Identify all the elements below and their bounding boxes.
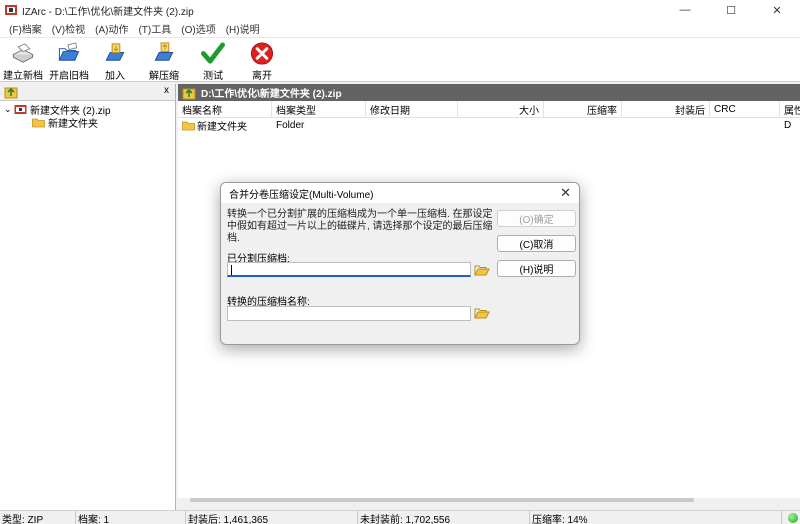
status-packed: 封装后: 1,461,365 — [186, 511, 358, 524]
multi-volume-dialog: 合并分卷压缩设定(Multi-Volume) ✕ 转换一个已分割扩展的压缩档成为… — [220, 182, 580, 345]
col-filetype[interactable]: 档案类型 — [272, 101, 366, 118]
file-ratio — [544, 118, 622, 133]
help-button[interactable]: (H)说明 — [497, 260, 576, 277]
file-size — [458, 118, 544, 133]
window-title: IZArc - D:\工作\优化\新建文件夹 (2).zip — [22, 6, 194, 18]
tree-header: x — [0, 84, 175, 101]
folder-icon — [32, 118, 45, 128]
cancel-button[interactable]: (C)取消 — [497, 235, 576, 252]
menu-options[interactable]: (O)选项 — [176, 21, 220, 36]
status-bar: 类型: ZIP 档案: 1 封装后: 1,461,365 未封装前: 1,702… — [0, 510, 800, 524]
folder-tree-pane: x ⌄ 新建文件夹 (2).zip 新建文件夹 — [0, 84, 176, 510]
open-archive-button[interactable]: 开启旧档 — [46, 38, 92, 82]
col-ratio[interactable]: 压缩率 — [544, 101, 622, 118]
test-button[interactable]: 测试 — [190, 38, 236, 82]
status-ratio: 压缩率: 14% — [530, 511, 782, 524]
table-row[interactable]: 新建文件夹 Folder D — [178, 118, 800, 133]
open-folder-icon[interactable] — [474, 263, 490, 277]
col-attributes[interactable]: 属性 — [780, 101, 800, 118]
file-packed — [622, 118, 710, 133]
col-size[interactable]: 大小 — [458, 101, 544, 118]
column-header: 档案名称 档案类型 修改日期 大小 压缩率 封装后 CRC 属性 — [178, 101, 800, 118]
text-caret — [231, 265, 232, 275]
checkmark-icon — [200, 42, 226, 64]
folder-tree: ⌄ 新建文件夹 (2).zip 新建文件夹 — [0, 101, 175, 130]
up-folder-icon[interactable] — [182, 86, 196, 100]
file-name: 新建文件夹 — [197, 122, 247, 133]
extract-icon — [154, 42, 174, 61]
add-icon — [105, 43, 125, 61]
menu-view[interactable]: (V)检视 — [47, 21, 90, 36]
close-window-button[interactable]: ✕ — [754, 0, 800, 20]
status-type: 类型: ZIP — [0, 511, 76, 524]
exit-icon — [250, 42, 274, 65]
convert-archive-input[interactable] — [227, 306, 471, 321]
status-unpacked: 未封装前: 1,702,556 — [358, 511, 530, 524]
close-tree-button[interactable]: x — [164, 85, 169, 96]
horizontal-scrollbar[interactable] — [190, 498, 694, 502]
maximize-button[interactable]: ☐ — [708, 0, 754, 20]
menu-actions[interactable]: (A)动作 — [90, 21, 133, 36]
tree-item-folder[interactable]: 新建文件夹 — [0, 116, 175, 130]
new-archive-button[interactable]: 建立新档 — [0, 38, 46, 82]
dialog-title-bar: 合并分卷压缩设定(Multi-Volume) ✕ — [221, 183, 579, 203]
chevron-down-icon[interactable]: ⌄ — [4, 104, 14, 115]
dialog-title: 合并分卷压缩设定(Multi-Volume) — [229, 189, 374, 201]
col-crc[interactable]: CRC — [710, 101, 780, 118]
folder-icon — [182, 121, 195, 131]
up-folder-icon[interactable] — [4, 85, 18, 99]
add-button[interactable]: 加入 — [92, 38, 138, 82]
col-modified[interactable]: 修改日期 — [366, 101, 458, 118]
archive-icon — [14, 105, 27, 114]
file-crc — [710, 118, 780, 133]
exit-button[interactable]: 离开 — [236, 38, 288, 82]
title-bar: IZArc - D:\工作\优化\新建文件夹 (2).zip — ☐ ✕ — [0, 0, 800, 20]
minimize-button[interactable]: — — [662, 0, 708, 20]
status-led-icon — [788, 513, 798, 523]
file-attr: D — [784, 120, 792, 131]
split-archive-input[interactable] — [227, 262, 471, 277]
dialog-close-button[interactable]: ✕ — [560, 185, 571, 201]
status-files: 档案: 1 — [76, 511, 186, 524]
file-date — [366, 118, 458, 133]
dialog-description: 转换一个已分割扩展的压缩档成为一个单一压缩档. 在那设定中假如有超过一片以上的磁… — [227, 209, 493, 244]
toolbar: 建立新档 开启旧档 加入 解压缩 测试 离开 — [0, 38, 800, 82]
open-archive-icon — [58, 42, 80, 61]
open-folder-icon[interactable] — [474, 306, 490, 320]
path-bar: D:\工作\优化\新建文件夹 (2).zip — [178, 84, 800, 101]
izarc-app-icon — [5, 5, 17, 15]
extract-button[interactable]: 解压缩 — [138, 38, 190, 82]
menu-file[interactable]: (F)档案 — [4, 21, 47, 36]
new-archive-icon — [12, 43, 34, 63]
archive-path: D:\工作\优化\新建文件夹 (2).zip — [201, 89, 342, 100]
menu-tools[interactable]: (T)工具 — [133, 21, 176, 36]
col-packed[interactable]: 封装后 — [622, 101, 710, 118]
col-filename[interactable]: 档案名称 — [178, 101, 272, 118]
menu-help[interactable]: (H)说明 — [221, 21, 265, 36]
menu-bar: (F)档案 (V)检视 (A)动作 (T)工具 (O)选项 (H)说明 — [0, 20, 800, 38]
file-type: Folder — [276, 120, 305, 131]
ok-button[interactable]: (O)确定 — [497, 210, 576, 227]
